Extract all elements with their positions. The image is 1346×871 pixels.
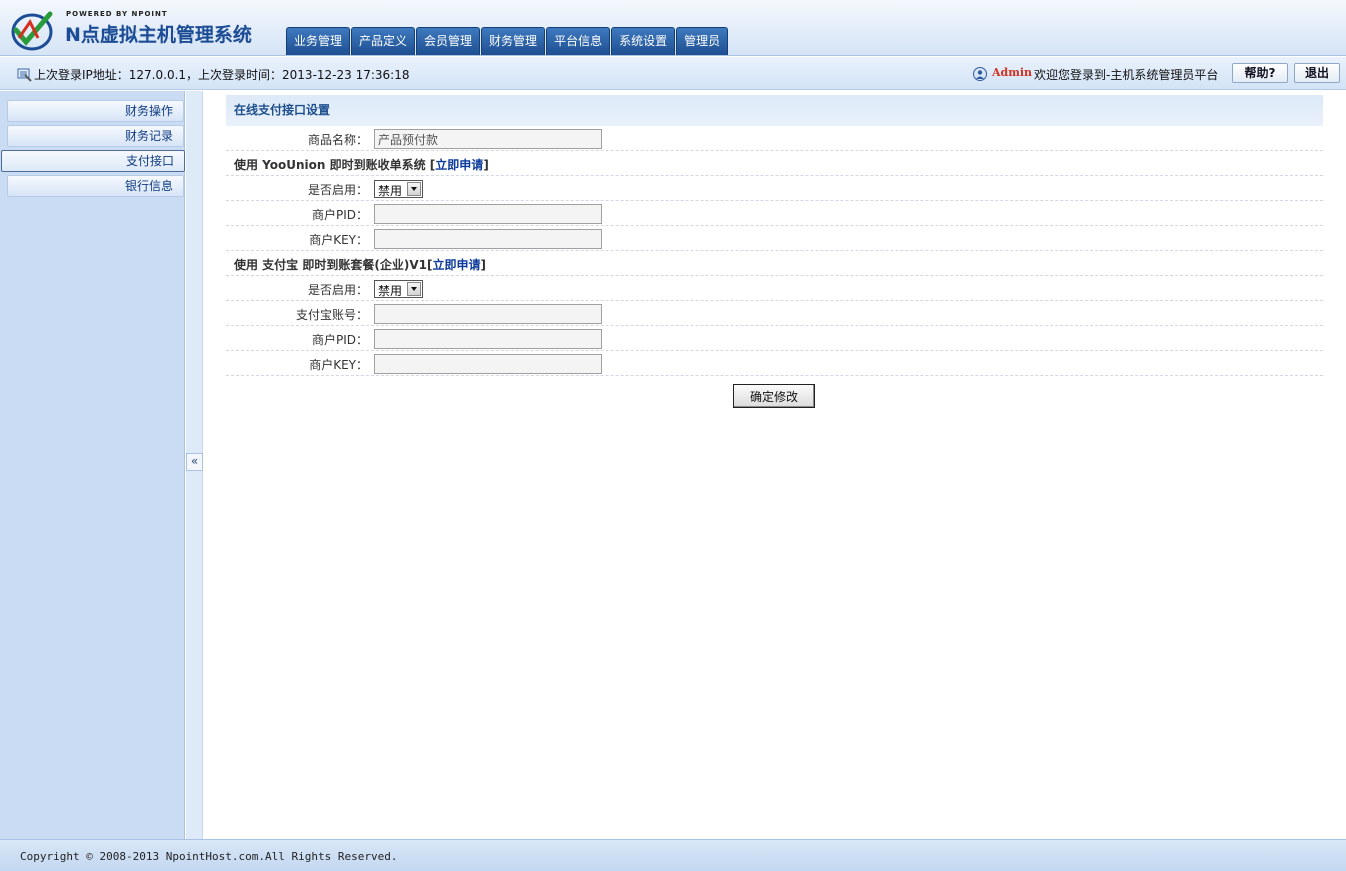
alipay-enable-select[interactable]: 禁用 — [374, 280, 423, 298]
chevron-down-icon[interactable] — [407, 182, 421, 196]
yoounion-heading-text: 使用 YooUnion 即时到账收单系统 [ — [234, 158, 436, 172]
collapse-sidebar-button[interactable]: « — [186, 453, 203, 471]
yoounion-key-label: 商户KEY： — [309, 233, 368, 247]
product-name-input[interactable] — [374, 129, 602, 149]
form-row-yoounion-pid: 商户PID： — [226, 201, 1323, 226]
chevron-down-icon[interactable] — [407, 282, 421, 296]
yoounion-heading-bracket: ] — [483, 158, 489, 172]
alipay-heading: 使用 支付宝 即时到账套餐(企业)V1[立即申请] — [234, 256, 486, 273]
form-row-yoounion-enable: 是否启用： 禁用 — [226, 176, 1323, 201]
admin-username: Admin — [992, 66, 1033, 79]
nav-tab-finance[interactable]: 财务管理 — [481, 27, 546, 55]
alipay-apply-link[interactable]: 立即申请 — [432, 258, 480, 272]
alipay-key-label: 商户KEY： — [309, 358, 368, 372]
alipay-account-label: 支付宝账号： — [295, 308, 368, 322]
sidebar-item-finance-records[interactable]: 财务记录 — [7, 125, 184, 147]
yoounion-pid-label: 商户PID： — [311, 208, 368, 222]
sidebar-item-bank-info[interactable]: 银行信息 — [7, 175, 184, 197]
section-title: 在线支付接口设置 — [226, 95, 1323, 126]
help-button[interactable]: 帮助? — [1232, 63, 1288, 83]
nav-tab-admins[interactable]: 管理员 — [676, 27, 729, 55]
yoounion-enable-select[interactable]: 禁用 — [374, 180, 423, 198]
alipay-pid-label: 商户PID： — [311, 333, 368, 347]
nav-tab-members[interactable]: 会员管理 — [416, 27, 481, 55]
copyright-text: Copyright © 2008-2013 NpointHost.com.All… — [20, 850, 398, 863]
info-bar: 上次登录IP地址：127.0.0.1，上次登录时间：2013-12-23 17:… — [0, 57, 1346, 90]
header: POWERED BY NPOINT N点虚拟主机管理系统 N点虚拟主机管理系统 … — [0, 0, 1346, 56]
logo-powered-text: POWERED BY NPOINT — [66, 10, 168, 18]
product-name-label: 商品名称： — [307, 133, 368, 147]
logout-button[interactable]: 退出 — [1294, 63, 1340, 83]
logo-check-icon — [11, 11, 53, 51]
welcome-text: 欢迎您登录到-主机系统管理员平台 — [1034, 68, 1219, 82]
admin-user-icon — [973, 67, 987, 81]
yoounion-enable-value: 禁用 — [378, 184, 403, 198]
alipay-account-input[interactable] — [374, 304, 602, 324]
sidebar: 财务操作 财务记录 支付接口 银行信息 — [0, 91, 185, 839]
logo: POWERED BY NPOINT N点虚拟主机管理系统 N点虚拟主机管理系统 — [10, 6, 255, 52]
form-row-alipay-enable: 是否启用： 禁用 — [226, 276, 1323, 301]
alipay-key-input[interactable] — [374, 354, 602, 374]
nav-tab-platform[interactable]: 平台信息 — [546, 27, 611, 55]
nav-tab-business[interactable]: 业务管理 — [286, 27, 351, 55]
footer: Copyright © 2008-2013 NpointHost.com.All… — [0, 839, 1346, 871]
login-info-icon — [17, 68, 32, 82]
main-content: 在线支付接口设置 商品名称： 使用 YooUnion 即时到账收单系统 [立即申… — [226, 95, 1323, 416]
yoounion-enable-label: 是否启用： — [307, 183, 368, 197]
alipay-heading-text: 使用 支付宝 即时到账套餐(企业)V1[ — [234, 258, 433, 272]
alipay-heading-bracket: ] — [480, 258, 486, 272]
yoounion-apply-link[interactable]: 立即申请 — [435, 158, 483, 172]
form-row-alipay-key: 商户KEY： — [226, 351, 1323, 376]
logo-title-reflection: N点虚拟主机管理系统 — [65, 29, 252, 40]
yoounion-heading-row: 使用 YooUnion 即时到账收单系统 [立即申请] — [226, 151, 1323, 176]
form-row-yoounion-key: 商户KEY： — [226, 226, 1323, 251]
alipay-enable-label: 是否启用： — [307, 283, 368, 297]
main-nav: 业务管理 产品定义 会员管理 财务管理 平台信息 系统设置 管理员 — [286, 27, 729, 55]
sidebar-item-finance-operations[interactable]: 财务操作 — [7, 100, 184, 122]
submit-row: 确定修改 — [226, 376, 1323, 416]
nav-tab-products[interactable]: 产品定义 — [351, 27, 416, 55]
yoounion-pid-input[interactable] — [374, 204, 602, 224]
yoounion-key-input[interactable] — [374, 229, 602, 249]
form-row-product-name: 商品名称： — [226, 126, 1323, 151]
sidebar-item-payment-interface[interactable]: 支付接口 — [1, 150, 185, 172]
form-row-alipay-account: 支付宝账号： — [226, 301, 1323, 326]
alipay-pid-input[interactable] — [374, 329, 602, 349]
nav-tab-settings[interactable]: 系统设置 — [611, 27, 676, 55]
form-row-alipay-pid: 商户PID： — [226, 326, 1323, 351]
last-login-info: 上次登录IP地址：127.0.0.1，上次登录时间：2013-12-23 17:… — [34, 68, 410, 82]
yoounion-heading: 使用 YooUnion 即时到账收单系统 [立即申请] — [234, 156, 489, 173]
confirm-modify-button[interactable]: 确定修改 — [733, 384, 815, 408]
alipay-heading-row: 使用 支付宝 即时到账套餐(企业)V1[立即申请] — [226, 251, 1323, 276]
alipay-enable-value: 禁用 — [378, 284, 403, 298]
